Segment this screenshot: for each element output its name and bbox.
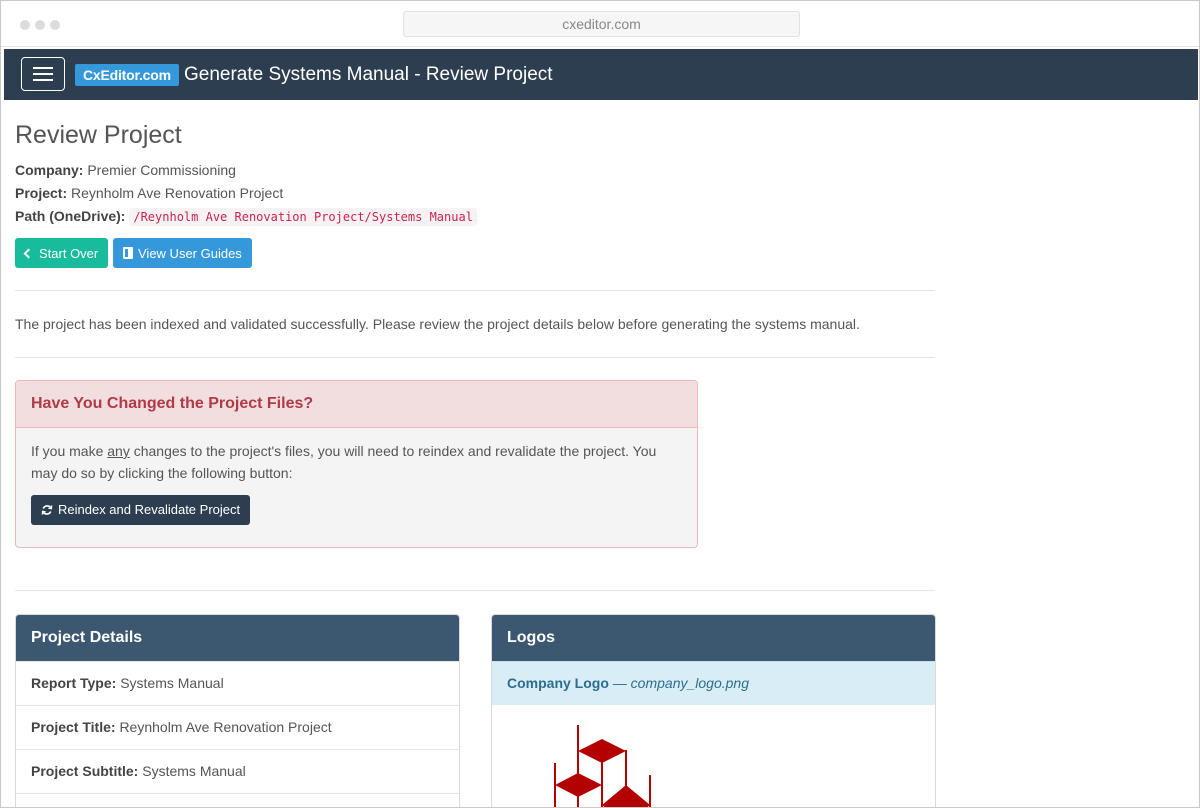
project-label: Project: (15, 185, 68, 201)
browser-window: cxeditor.com CxEditor.com Generate Syste… (0, 0, 1200, 808)
window-minimize-dot[interactable] (35, 20, 45, 30)
divider (15, 590, 935, 591)
company-label: Company: (15, 162, 84, 178)
refresh-icon (41, 505, 53, 515)
detail-row-project-title: Project Title: Reynholm Ave Renovation P… (16, 705, 459, 749)
detail-row-next (16, 793, 459, 807)
project-value: Reynholm Ave Renovation Project (71, 185, 284, 201)
window-close-dot[interactable] (20, 20, 30, 30)
project-line: Project: Reynholm Ave Renovation Project (15, 183, 283, 203)
browser-chrome: cxeditor.com (1, 1, 1199, 47)
start-over-button[interactable]: Start Over (15, 238, 109, 268)
logos-title: Logos (492, 615, 935, 661)
logos-panel: Logos Company Logo — company_logo.png (491, 614, 936, 807)
window-maximize-dot[interactable] (50, 20, 60, 30)
detail-row-project-subtitle: Project Subtitle: Systems Manual (16, 749, 459, 793)
chevron-left-icon (23, 248, 34, 258)
navbar-title: Generate Systems Manual - Review Project (184, 64, 553, 85)
address-bar[interactable]: cxeditor.com (403, 11, 800, 37)
path-value: /Reynholm Ave Renovation Project/Systems… (129, 208, 477, 226)
company-value: Premier Commissioning (87, 162, 236, 178)
hamburger-icon (33, 67, 53, 69)
detail-row-report-type: Report Type: Systems Manual (16, 661, 459, 705)
app-navbar: CxEditor.com Generate Systems Manual - R… (4, 49, 1198, 100)
divider (15, 357, 935, 358)
menu-toggle-button[interactable] (21, 57, 65, 91)
path-line: Path (OneDrive): /Reynholm Ave Renovatio… (15, 206, 477, 227)
brand-logo[interactable]: CxEditor.com (75, 64, 179, 86)
divider (15, 290, 935, 291)
page-title: Review Project (15, 121, 182, 149)
path-label: Path (OneDrive): (15, 208, 126, 224)
main-content: Review Project Company: Premier Commissi… (15, 119, 936, 807)
company-logo-filename: company_logo.png (630, 675, 749, 691)
company-logo-row: Company Logo — company_logo.png (492, 661, 935, 705)
changed-files-panel: Have You Changed the Project Files? If y… (15, 380, 698, 548)
changed-files-panel-title: Have You Changed the Project Files? (16, 381, 697, 428)
view-user-guides-button[interactable]: View User Guides (113, 238, 252, 268)
validation-message: The project has been indexed and validat… (15, 316, 860, 332)
company-line: Company: Premier Commissioning (15, 160, 236, 180)
project-details-panel: Project Details Report Type: Systems Man… (15, 614, 460, 807)
book-icon (123, 247, 133, 259)
project-details-title: Project Details (16, 615, 459, 661)
reindex-revalidate-button[interactable]: Reindex and Revalidate Project (31, 495, 251, 525)
changed-files-panel-body: If you make any changes to the project's… (16, 428, 697, 547)
changed-files-text: If you make any changes to the project's… (31, 443, 657, 481)
company-logo-image (554, 725, 651, 807)
